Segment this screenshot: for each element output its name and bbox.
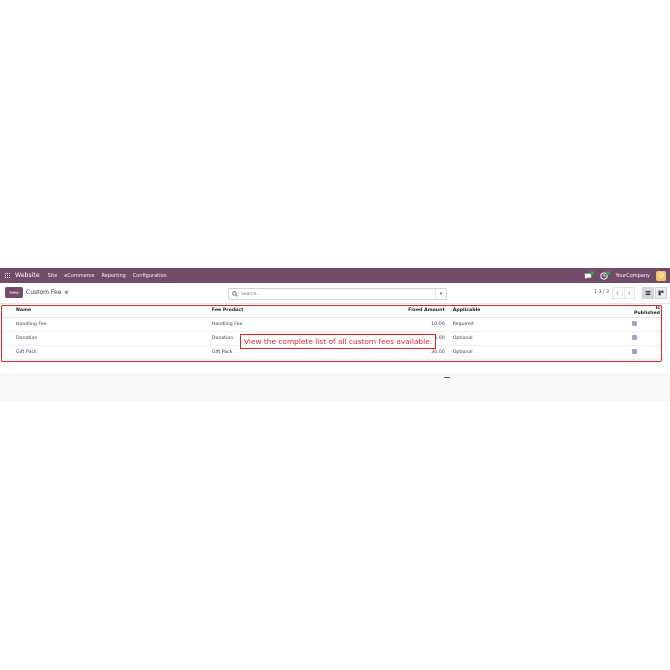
list-view-icon	[645, 290, 651, 296]
menu-configuration[interactable]: Configuration	[133, 273, 167, 279]
menu-site[interactable]: Site	[48, 273, 58, 279]
search-input[interactable]	[238, 290, 434, 298]
annotation-callout: View the complete list of all custom fee…	[240, 334, 437, 349]
top-navbar: Website Site eCommerce Reporting Configu…	[0, 268, 670, 283]
app-name[interactable]: Website	[15, 272, 40, 279]
breadcrumb-title: Custom Fee	[26, 289, 62, 296]
pager-next-button[interactable]: ›	[624, 287, 635, 299]
menu-ecommerce[interactable]: eCommerce	[64, 273, 94, 279]
gear-icon[interactable]: ⚙	[64, 290, 68, 296]
company-switcher[interactable]: YourCompany	[616, 273, 650, 279]
kanban-view-button[interactable]	[655, 287, 667, 299]
search-box: ▾	[228, 288, 447, 300]
list-view-button[interactable]	[642, 287, 654, 299]
footer-dash	[444, 377, 450, 378]
menu-reporting[interactable]: Reporting	[102, 273, 126, 279]
breadcrumb: Custom Fee ⚙	[26, 289, 69, 296]
pager-previous-button[interactable]: ‹	[612, 287, 623, 299]
chat-badge	[589, 270, 594, 275]
chat-icon[interactable]	[584, 270, 594, 280]
kanban-view-icon	[658, 290, 664, 296]
pager-value[interactable]: 1-3 / 3	[594, 290, 609, 295]
activity-badge	[605, 270, 610, 275]
user-avatar[interactable]: ☺	[656, 270, 666, 281]
search-options-dropdown-icon[interactable]: ▾	[435, 289, 446, 299]
footer-area	[0, 373, 670, 401]
new-button[interactable]: New	[5, 287, 23, 298]
control-panel: New Custom Fee ⚙ ▾ 1-3 / 3 ‹ ›	[0, 283, 670, 304]
apps-grid-icon[interactable]	[5, 272, 11, 279]
activity-clock-icon[interactable]	[599, 270, 610, 280]
